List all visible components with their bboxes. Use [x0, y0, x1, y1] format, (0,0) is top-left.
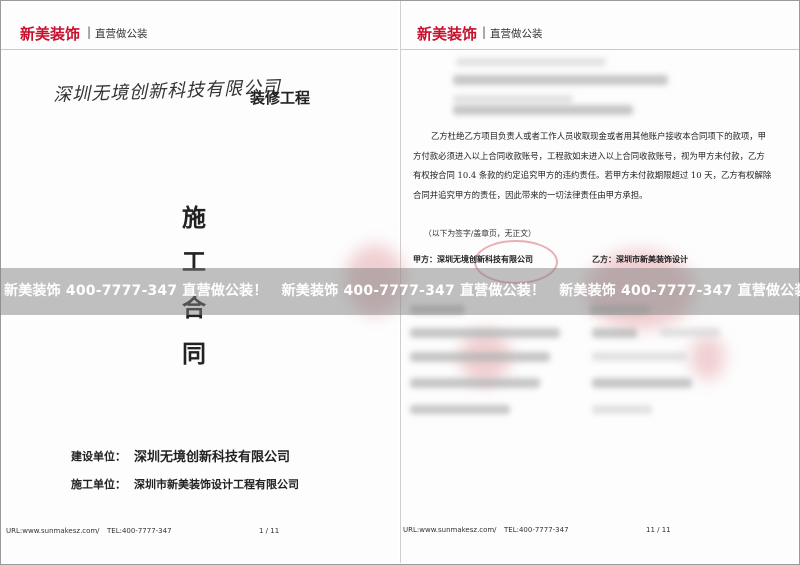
seal-stamp-smudge [690, 335, 725, 380]
party-b-name: 深圳市新美装饰设计工程有限公司 [134, 478, 299, 491]
signature-party-a: 甲方：深圳无境创新科技有限公司 [413, 254, 533, 264]
footer-slash: / [494, 526, 497, 534]
footer-slash: / [97, 527, 100, 535]
watermark-item: 新美装饰 400-7777-347 直营做公装！ [4, 283, 268, 299]
handwritten-client-name: 深圳无境创新科技有限公司 [52, 77, 282, 106]
redacted-text [453, 75, 668, 85]
party-a-name: 深圳无境创新科技有限公司 [134, 450, 291, 465]
brand-slogan: 直营做公装 [95, 28, 148, 40]
redacted-text [410, 352, 550, 362]
redacted-text [410, 405, 510, 414]
redacted-text [410, 328, 560, 338]
party-a-label: 建设单位： [71, 450, 126, 463]
redacted-text [453, 105, 633, 115]
title-char-4: 同 [182, 339, 206, 368]
redacted-text [592, 378, 692, 388]
title-char-1: 施 [182, 203, 206, 232]
brand-logo: 新美装饰 [417, 25, 478, 43]
header-rule [1, 49, 398, 50]
page-number: 1 / 11 [259, 527, 280, 535]
brand-separator: | [482, 25, 487, 39]
watermark-text: 新美装饰 400-7777-347 直营做公装！ 新美装饰 400-7777-34… [4, 280, 800, 300]
redacted-text [456, 58, 606, 66]
redacted-text [660, 328, 720, 337]
project-suffix: 装修工程 [250, 89, 311, 107]
header-rule [401, 49, 799, 50]
redacted-text [592, 328, 637, 338]
watermark-item: 新美装饰 400-7777-347 直营做公装！ [281, 283, 546, 299]
signature-party-b: 乙方：深圳市新美装饰设计 [592, 254, 688, 264]
party-b-label: 施工单位： [71, 478, 126, 491]
payment-clause-paragraph: 乙方杜绝乙方项目负责人或者工作人员收取现金或者用其他账户接收本合同项下的款项，甲… [413, 131, 772, 200]
footer-url: URL:www.sunmakesz.com [403, 526, 495, 534]
page-number: 11 / 11 [646, 526, 671, 534]
footer-tel: TEL:400-7777-347 [504, 526, 569, 534]
brand-logo: 新美装饰 [20, 25, 81, 43]
footer-tel: TEL:400-7777-347 [107, 527, 172, 535]
brand-slogan: 直营做公装 [490, 28, 543, 40]
redacted-text [592, 405, 652, 414]
brand-separator: | [87, 25, 92, 39]
redacted-text [410, 378, 540, 388]
redacted-text [592, 352, 687, 361]
redacted-text [453, 95, 573, 103]
signature-page-note: （以下为签字/盖章页，无正文） [424, 229, 536, 238]
footer-url: URL:www.sunmakesz.com [6, 527, 98, 535]
watermark-item: 新美装饰 400-7777-347 直营做公装！ [559, 283, 800, 299]
